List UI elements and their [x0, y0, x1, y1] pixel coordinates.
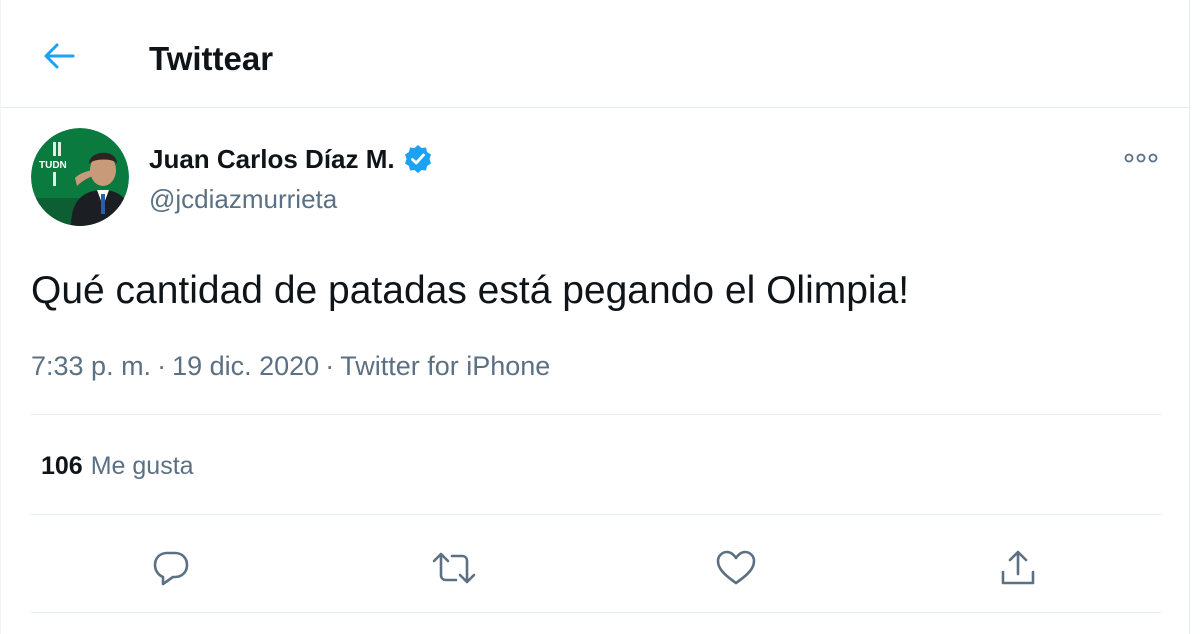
meta-separator: ·: [325, 351, 335, 381]
page-title: Twittear: [149, 40, 274, 77]
likes-count: 106: [41, 452, 83, 480]
divider: [31, 514, 1161, 515]
retweet-button[interactable]: [426, 540, 482, 596]
likes-count-link[interactable]: 106 Me gusta: [41, 448, 194, 488]
retweet-icon: [432, 552, 476, 584]
meta-separator: ·: [157, 351, 167, 381]
divider: [31, 612, 1161, 613]
tweet-detail-panel: Twittear TUDN Juan Carlos Díaz M. @jcdia…: [0, 0, 1191, 634]
author-handle[interactable]: @jcdiazmurrieta: [149, 182, 337, 216]
tweet-metadata: 7:33 p. m. · 19 dic. 2020 · Twitter for iPho…: [31, 348, 550, 384]
more-options-button[interactable]: [1119, 142, 1163, 174]
tweet-date[interactable]: 19 dic. 2020: [172, 351, 319, 381]
arrow-left-icon: [44, 43, 75, 69]
like-button[interactable]: [708, 540, 764, 596]
reply-icon: [153, 551, 189, 586]
tweet-text: Qué cantidad de patadas está pegando el …: [31, 269, 910, 312]
avatar-logo-text: TUDN: [39, 160, 67, 171]
share-button[interactable]: [990, 540, 1046, 596]
back-button[interactable]: [31, 28, 87, 84]
reply-button[interactable]: [143, 540, 199, 596]
more-dots-icon: [1124, 153, 1158, 163]
tweet-actions-bar: [1, 540, 1191, 596]
divider: [31, 414, 1161, 415]
share-icon: [1001, 550, 1035, 585]
likes-label: Me gusta: [90, 452, 194, 480]
page-header: Twittear: [1, 0, 1191, 108]
author-display-name: Juan Carlos Díaz M.: [149, 144, 395, 174]
tweet-time[interactable]: 7:33 p. m.: [31, 351, 151, 381]
heart-icon: [716, 550, 756, 585]
tweet-source[interactable]: Twitter for iPhone: [340, 351, 550, 381]
avatar[interactable]: TUDN: [31, 128, 129, 226]
author-name[interactable]: Juan Carlos Díaz M.: [149, 142, 433, 176]
verified-badge-icon: [404, 145, 431, 173]
